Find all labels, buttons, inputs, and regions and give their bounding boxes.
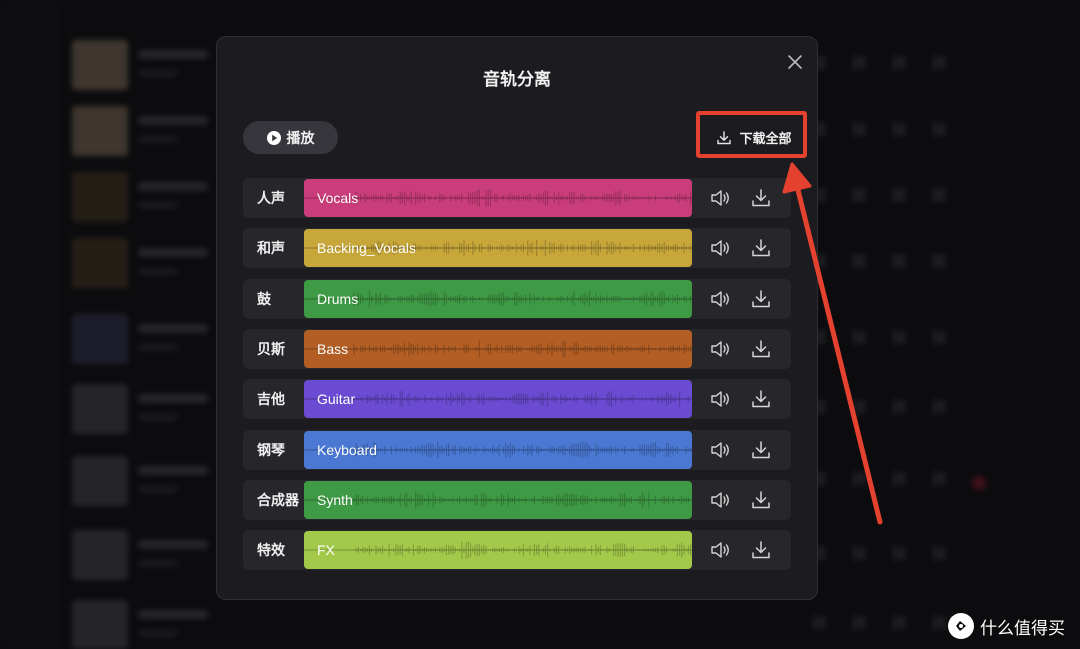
waveform-graphic <box>304 340 692 358</box>
track-volume-button[interactable] <box>710 289 732 309</box>
waveform-graphic <box>304 491 692 509</box>
track-volume-button[interactable] <box>710 188 732 208</box>
waveform-graphic <box>304 391 692 408</box>
download-icon <box>752 239 770 257</box>
track-volume-button[interactable] <box>710 440 732 460</box>
volume-icon <box>711 391 729 407</box>
track-name: Guitar <box>317 391 356 408</box>
track-name: Bass <box>317 340 349 357</box>
track-volume-button[interactable] <box>710 389 732 409</box>
close-icon <box>788 55 802 69</box>
play-button[interactable]: 播放 <box>243 121 338 154</box>
track-label: 钢琴 <box>257 441 285 458</box>
track-name: Vocals <box>317 190 359 206</box>
track-download-button[interactable] <box>750 288 772 310</box>
track-row: 特效 FX <box>243 530 791 571</box>
track-row: 钢琴 Keyboard <box>243 429 791 470</box>
track-name: Keyboard <box>317 441 377 458</box>
background-like-dot <box>972 476 986 490</box>
track-row: 贝斯 Bass <box>243 328 791 369</box>
volume-icon <box>711 492 729 508</box>
track-download-button[interactable] <box>750 187 772 209</box>
track-label: 合成器 <box>257 491 299 508</box>
background-row <box>72 596 972 649</box>
track-waveform-bar[interactable]: Guitar <box>304 380 692 419</box>
waveform-graphic <box>304 541 692 559</box>
play-label: 播放 <box>286 129 315 146</box>
download-all-button[interactable]: 下载全部 <box>705 121 803 154</box>
track-row: 人声 Vocals <box>243 178 791 218</box>
volume-icon <box>711 290 729 307</box>
track-row: 合成器 Synth <box>243 479 791 520</box>
play-icon <box>266 130 281 145</box>
track-label: 吉他 <box>257 391 285 408</box>
dialog-title: 音轨分离 <box>483 70 551 89</box>
waveform-graphic <box>304 289 692 308</box>
track-waveform-bar[interactable]: Keyboard <box>304 430 692 469</box>
track-label: 鼓 <box>257 290 271 307</box>
download-all-label: 下载全部 <box>739 131 792 146</box>
track-waveform-bar[interactable]: Bass <box>304 329 692 368</box>
download-icon <box>752 541 770 559</box>
track-label: 人声 <box>257 190 285 206</box>
volume-icon <box>711 190 729 206</box>
background-sidebar <box>0 0 60 649</box>
track-download-button[interactable] <box>750 439 772 461</box>
close-button[interactable] <box>785 52 805 72</box>
waveform-graphic <box>304 189 692 207</box>
track-name: Synth <box>317 491 353 508</box>
track-download-button[interactable] <box>750 388 772 410</box>
watermark: 什么值得买 <box>948 612 1065 640</box>
track-row: 鼓 Drums <box>243 278 791 319</box>
volume-icon <box>711 341 729 357</box>
track-volume-button[interactable] <box>710 339 732 359</box>
track-name: Drums <box>317 290 359 307</box>
track-name: Backing_Vocals <box>317 240 416 257</box>
download-icon <box>752 189 770 207</box>
watermark-logo-icon <box>948 613 974 639</box>
download-icon <box>717 130 732 144</box>
volume-icon <box>711 542 729 558</box>
track-download-button[interactable] <box>750 237 772 259</box>
track-volume-button[interactable] <box>710 490 732 510</box>
track-volume-button[interactable] <box>710 238 732 258</box>
volume-icon <box>711 240 729 256</box>
track-name: FX <box>317 542 335 559</box>
download-icon <box>752 340 770 358</box>
track-separation-dialog: 音轨分离 播放 下载全部 人声 Vocals 和声 Backing_Vocals 鼓 Dr… <box>216 36 818 600</box>
track-waveform-bar[interactable]: Vocals <box>304 179 692 217</box>
track-volume-button[interactable] <box>710 540 732 560</box>
track-row: 和声 Backing_Vocals <box>243 228 791 269</box>
download-icon <box>752 491 770 509</box>
track-download-button[interactable] <box>750 539 772 561</box>
track-waveform-bar[interactable]: Synth <box>304 480 692 519</box>
track-label: 贝斯 <box>257 340 285 357</box>
track-row: 吉他 Guitar <box>243 379 791 420</box>
track-waveform-bar[interactable]: Drums <box>304 279 692 318</box>
download-icon <box>752 390 770 408</box>
volume-icon <box>711 441 729 458</box>
download-icon <box>752 440 770 458</box>
track-label: 和声 <box>257 240 285 257</box>
download-icon <box>752 289 770 307</box>
track-waveform-bar[interactable]: Backing_Vocals <box>304 229 692 268</box>
watermark-text: 什么值得买 <box>980 618 1065 638</box>
track-label: 特效 <box>257 542 285 559</box>
track-download-button[interactable] <box>750 338 772 360</box>
track-download-button[interactable] <box>750 489 772 511</box>
track-waveform-bar[interactable]: FX <box>304 531 692 570</box>
